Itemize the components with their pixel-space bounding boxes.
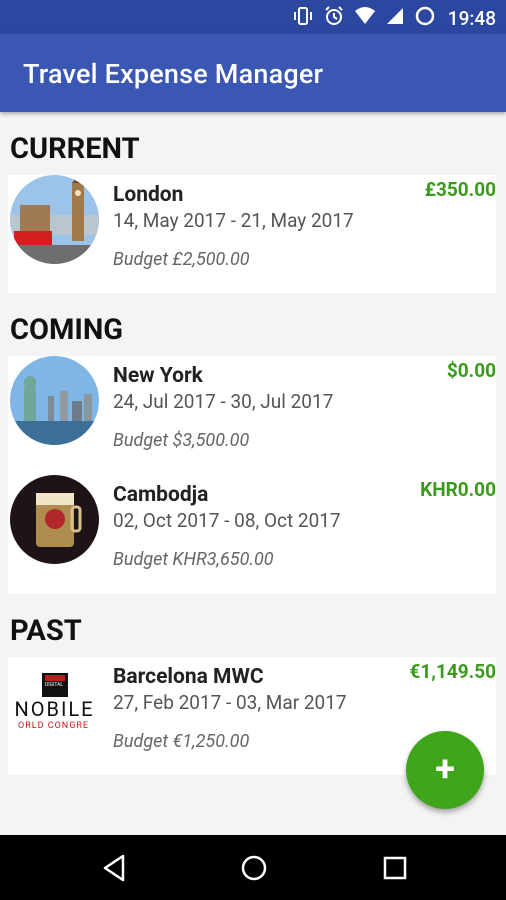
add-trip-button[interactable]: +	[406, 731, 484, 809]
trip-amount: £350.00	[424, 178, 496, 201]
signal-icon	[386, 7, 404, 30]
trip-budget: Budget €1,250.00	[113, 731, 250, 752]
vibrate-icon	[292, 6, 314, 31]
recents-icon[interactable]	[382, 853, 408, 887]
app-title: Travel Expense Manager	[23, 58, 324, 90]
trip-amount: KHR0.00	[420, 478, 496, 501]
wifi-icon	[354, 7, 376, 30]
new-york-avatar	[10, 356, 99, 445]
trip-city: New York	[113, 364, 203, 388]
trip-card-new-york[interactable]: New York 24, Jul 2017 - 30, Jul 2017 Bud…	[8, 356, 496, 474]
alarm-icon	[324, 6, 344, 31]
section-title-current: CURRENT	[10, 132, 140, 166]
sync-icon	[414, 5, 436, 32]
home-icon[interactable]	[240, 853, 268, 887]
trip-budget: Budget £2,500.00	[113, 249, 250, 270]
mwc-logo: DIGITAL NOBILE ORLD CONGRE	[10, 657, 99, 746]
trip-card-cambodja[interactable]: Cambodja 02, Oct 2017 - 08, Oct 2017 Bud…	[8, 475, 496, 594]
trip-dates: 14, May 2017 - 21, May 2017	[113, 209, 354, 232]
mwc-logo-main-text: NOBILE	[14, 697, 95, 721]
trip-amount: €1,149.50	[409, 660, 497, 683]
status-bar: 19:48	[0, 0, 506, 34]
back-icon[interactable]	[101, 853, 127, 887]
trip-dates: 24, Jul 2017 - 30, Jul 2017	[113, 390, 334, 413]
trip-dates: 02, Oct 2017 - 08, Oct 2017	[113, 509, 341, 532]
app-bar: Travel Expense Manager	[0, 34, 506, 112]
coming-trips-card: New York 24, Jul 2017 - 30, Jul 2017 Bud…	[8, 356, 496, 594]
trip-city: London	[113, 183, 184, 207]
london-avatar	[10, 175, 99, 264]
trip-city: Barcelona MWC	[113, 665, 264, 689]
trip-amount: $0.00	[446, 359, 496, 382]
cambodja-avatar	[10, 475, 99, 564]
mwc-logo-sub-text: ORLD CONGRE	[18, 721, 89, 731]
plus-icon: +	[435, 748, 455, 790]
trip-budget: Budget $3,500.00	[113, 430, 250, 451]
status-time: 19:48	[447, 7, 496, 30]
section-title-coming: COMING	[10, 313, 124, 347]
mwc-logo-small-text: DIGITAL	[45, 682, 64, 688]
trip-budget: Budget KHR3,650.00	[113, 549, 274, 570]
trip-dates: 27, Feb 2017 - 03, Mar 2017	[113, 691, 347, 714]
trip-card-london[interactable]: London 14, May 2017 - 21, May 2017 Budge…	[8, 175, 496, 293]
section-title-past: PAST	[10, 614, 82, 648]
trip-city: Cambodja	[113, 483, 209, 507]
navigation-bar	[0, 835, 506, 900]
